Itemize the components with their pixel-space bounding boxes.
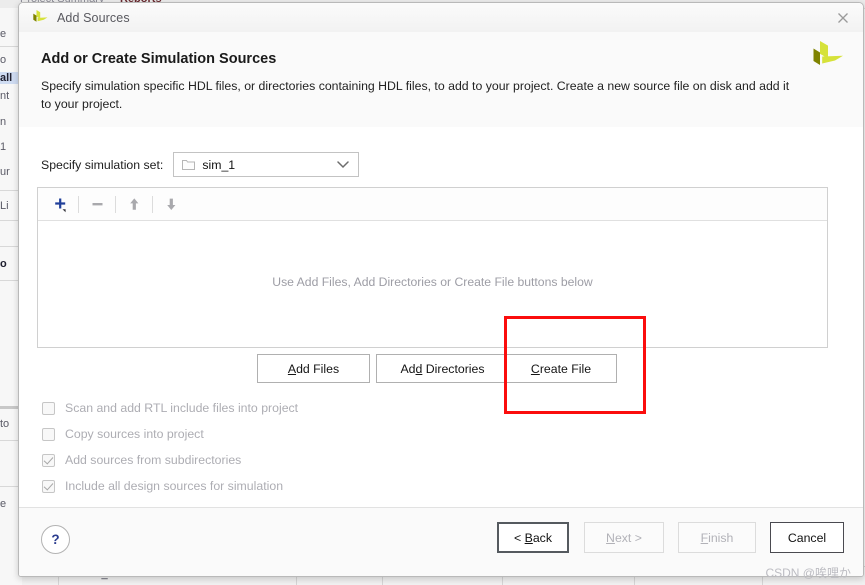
option-label-include-design-sources: Include all design sources for simulatio… [65,479,284,493]
minus-icon[interactable] [84,192,110,216]
background-left-fragment: Li [0,200,9,212]
background-left-fragment: o [0,54,7,66]
background-left-fragment: 1 [0,141,7,153]
add-directories-label-pre: Ad [400,361,416,376]
option-row-include-design-sources[interactable]: Include all design sources for simulatio… [37,473,298,499]
chevron-down-icon[interactable] [337,160,350,169]
option-row-add-subdirs[interactable]: Add sources from subdirectories [37,447,298,473]
sources-empty-hint: Use Add Files, Add Directories or Create… [272,275,593,289]
add-directories-label-rest: Directories [422,361,485,376]
toolbar-divider [115,195,116,213]
checkbox-include-design-sources[interactable] [42,479,55,493]
next-label-rest: ext > [614,530,642,545]
next-mnemonic: N [606,530,615,545]
dialog-title: Add Sources [57,10,130,25]
add-files-label-rest: dd Files [296,361,340,376]
vivado-logo-icon [813,41,843,65]
simulation-set-row: Specify simulation set: sim_1 [41,152,360,177]
option-label-copy-sources: Copy sources into project [65,427,204,441]
background-left-fragment: nt [0,90,10,102]
simulation-set-combobox[interactable]: sim_1 [173,152,360,177]
cancel-button[interactable]: Cancel [770,522,844,553]
options-checklist: Scan and add RTL include files into proj… [37,395,298,499]
toolbar-divider [152,195,153,213]
simulation-set-value: sim_1 [202,157,236,172]
add-sources-dialog: Add Sources Add or Create Simulation Sou… [18,2,864,577]
simulation-set-label: Specify simulation set: [41,157,164,172]
background-left-fragment: n [0,116,7,128]
folder-icon [182,160,196,170]
finish-label-rest: inish [708,530,734,545]
option-row-copy-sources[interactable]: Copy sources into project [37,421,298,447]
plus-icon[interactable] [47,192,73,216]
arrow-up-icon[interactable] [121,192,147,216]
background-left-fragment: o [0,258,7,270]
add-files-button[interactable]: Add Files [257,354,370,383]
back-mnemonic: B [524,530,533,545]
add-directories-button[interactable]: Add Directories [376,354,509,383]
finish-mnemonic: F [700,530,709,545]
background-left-fragment: to [0,418,10,430]
back-label-rest: ack [532,530,552,545]
next-button: Next > [584,522,664,553]
watermark: CSDN @唉哩か [765,566,851,580]
sources-list-panel: Use Add Files, Add Directories or Create… [37,187,828,348]
create-file-button[interactable]: Create File [505,354,617,383]
arrow-down-icon[interactable] [158,192,184,216]
dialog-footer: ? < Back Next > Finish Cancel [19,507,863,576]
dialog-titlebar: Add Sources [19,3,863,33]
sources-list-body[interactable]: Use Add Files, Add Directories or Create… [38,221,827,347]
create-file-mnemonic: C [530,361,540,376]
dialog-body: Specify simulation set: sim_1 Use Add Fi… [19,127,863,508]
help-button[interactable]: ? [41,525,70,554]
option-row-scan-rtl[interactable]: Scan and add RTL include files into proj… [37,395,298,421]
create-file-label-rest: reate File [539,361,592,376]
sources-toolbar [38,188,827,221]
background-left-fragment: e [0,28,7,40]
page-description: Specify simulation specific HDL files, o… [41,79,790,111]
close-icon[interactable] [835,10,851,26]
option-label-add-subdirs: Add sources from subdirectories [65,453,242,467]
background-left-fragment: e [0,498,7,510]
dialog-header: Add or Create Simulation Sources Specify… [19,32,863,128]
source-action-buttons: Add Files Add Directories Create File [19,354,863,383]
back-button[interactable]: < Back [497,522,569,553]
add-files-mnemonic: A [287,361,297,376]
option-label-scan-rtl: Scan and add RTL include files into proj… [65,401,299,415]
background-left-fragment: ur [0,166,10,178]
toolbar-divider [78,195,79,213]
checkbox-copy-sources[interactable] [42,427,55,441]
vivado-logo-icon [33,9,48,22]
finish-button: Finish [678,522,756,553]
page-title: Add or Create Simulation Sources [41,51,277,67]
checkbox-add-subdirs[interactable] [42,453,55,467]
back-label-pre: < [514,530,525,545]
checkbox-scan-rtl[interactable] [42,401,55,415]
